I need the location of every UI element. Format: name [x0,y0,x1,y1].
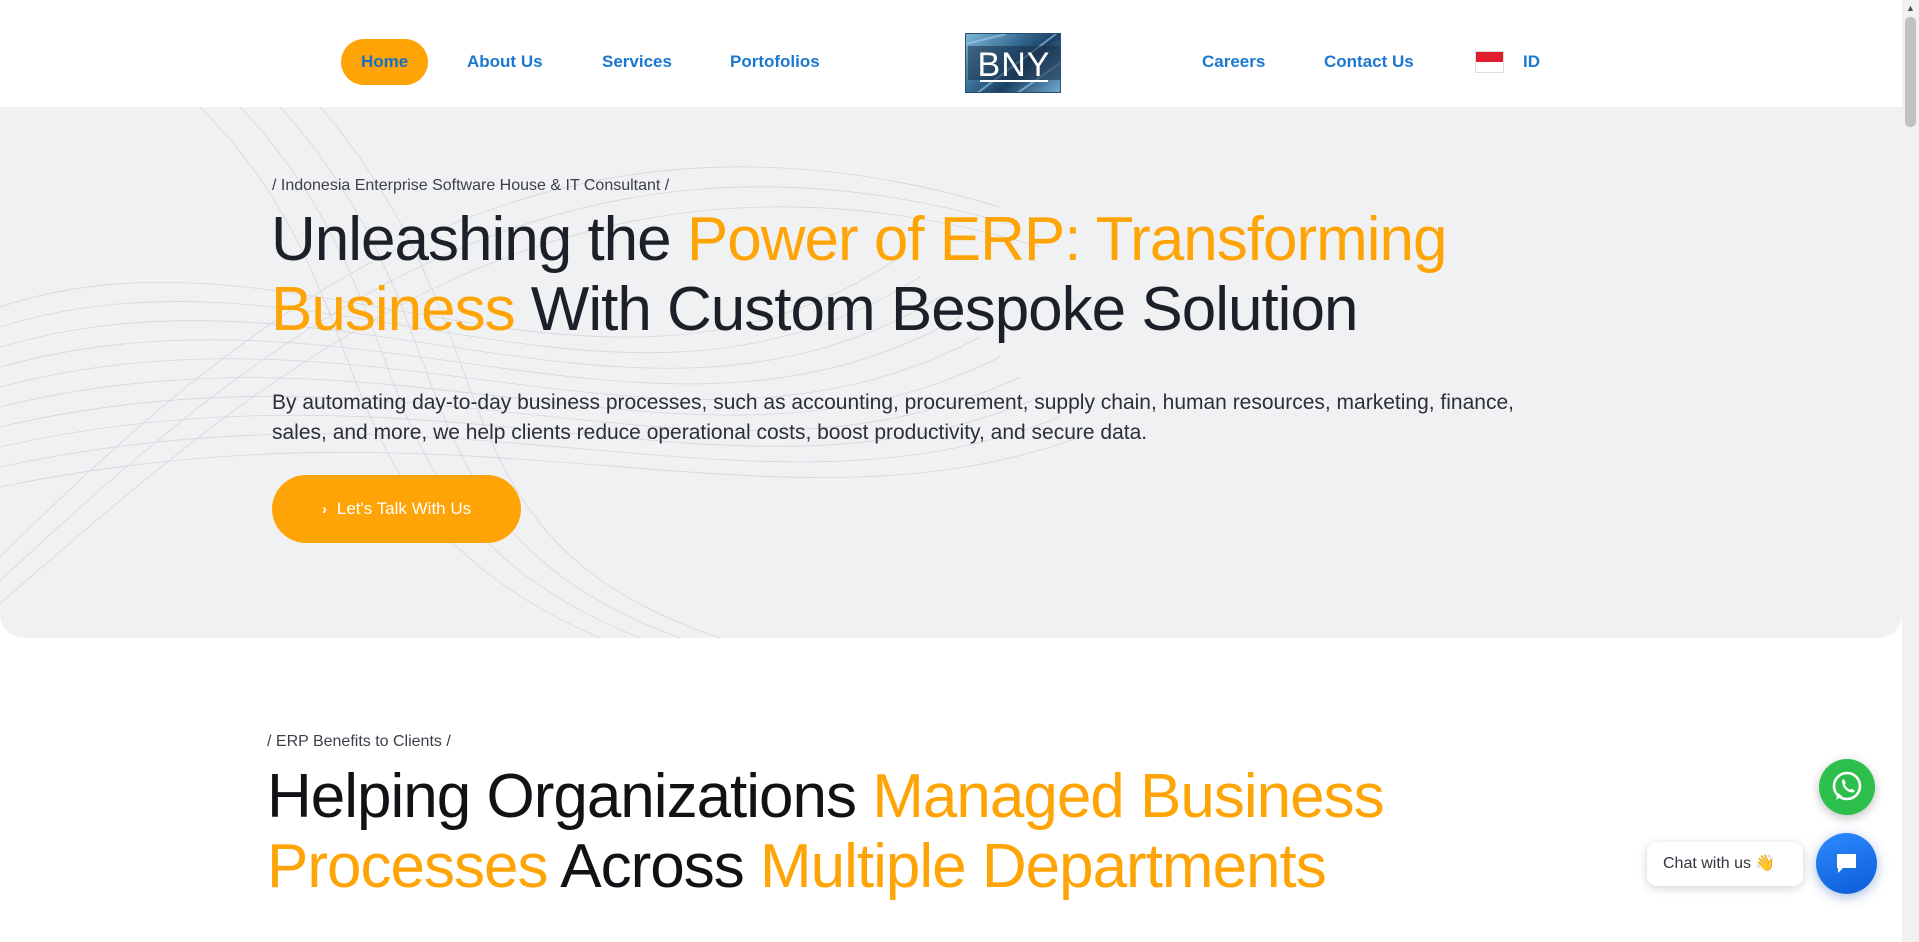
nav-home[interactable]: Home [341,39,429,85]
wave-emoji-icon: 👋 [1755,855,1775,872]
hero-tagline: / Indonesia Enterprise Software House & … [272,177,670,194]
whatsapp-button[interactable] [1819,759,1875,815]
chevron-right-icon: › [321,500,327,518]
scroll-up-arrow-icon[interactable]: ▲ [1902,0,1919,17]
hero-section: / Indonesia Enterprise Software House & … [0,107,1902,638]
benefits-tagline: / ERP Benefits to Clients / [267,733,451,750]
logo-text: BNY [978,46,1051,84]
scroll-thumb[interactable] [1905,17,1916,127]
benefits-title: Helping Organizations Managed Business P… [267,762,1567,902]
chat-icon [1837,854,1856,873]
language-switch[interactable]: ID [1523,39,1540,85]
nav-portfolios[interactable]: Portofolios [730,39,820,85]
hero-description: By automating day-to-day business proces… [272,391,1514,444]
benefits-title-text: Helping Organizations [267,762,873,831]
lets-talk-label: Let's Talk With Us [336,499,472,518]
site-header: Home About Us Services Portofolios BNY C… [0,0,1902,107]
nav-careers[interactable]: Careers [1202,39,1265,85]
nav-services[interactable]: Services [602,39,672,85]
chat-button[interactable] [1816,833,1877,894]
chat-label: Chat with us [1663,855,1752,872]
hero-title-text: Unleashing the [271,205,687,274]
benefits-title-text-mid: Across [547,832,760,901]
nav-contact-us[interactable]: Contact Us [1324,39,1414,85]
hero-title-text-end: With Custom Bespoke Solution [514,275,1359,344]
whatsapp-icon [1832,771,1862,801]
benefits-title-accent-end: Multiple Departments [759,832,1327,901]
indonesia-flag-icon[interactable] [1475,51,1504,73]
hero-title: Unleashing the Power of ERP: Transformin… [271,205,1571,345]
chat-with-us-bubble[interactable]: Chat with us 👋 [1647,842,1803,886]
nav-about-us[interactable]: About Us [467,39,543,85]
logo-graphic: BNY [966,34,1060,92]
lets-talk-button[interactable]: › Let's Talk With Us [272,475,521,543]
page-scrollbar[interactable]: ▲ [1902,0,1919,942]
company-logo[interactable]: BNY [965,33,1061,93]
